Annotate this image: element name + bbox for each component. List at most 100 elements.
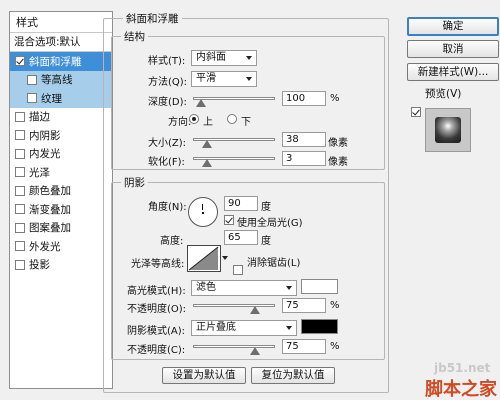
style-item-label: 内阴影 — [29, 129, 61, 142]
chevron-down-icon — [286, 326, 292, 330]
highlight-mode-label: 高光模式(H): — [127, 286, 186, 297]
technique-label: 方法(Q): — [148, 77, 188, 88]
highlight-opacity-input[interactable]: 75 — [282, 298, 326, 313]
angle-dial-center-dot — [202, 212, 204, 214]
size-input[interactable]: 38 — [282, 132, 326, 147]
ok-button[interactable]: 确定 — [407, 17, 499, 36]
gloss-contour-dropdown-arrow[interactable] — [222, 256, 228, 260]
contour-checkbox[interactable] — [27, 74, 37, 85]
cancel-button[interactable]: 取消 — [407, 40, 499, 58]
shadow-opacity-slider[interactable] — [193, 345, 275, 348]
anti-alias-checkbox[interactable] — [233, 265, 243, 275]
styles-list-panel: 样式 混合选项:默认 斜面和浮雕 等高线 纹理 描边 内阴影 内发光 光泽 颜色… — [9, 11, 113, 389]
shadow-opacity-input[interactable]: 75 — [282, 339, 326, 354]
global-light-label: 使用全局光(G) — [237, 218, 303, 229]
shadow-opacity-slider-handle[interactable] — [250, 347, 260, 355]
style-item-label: 等高线 — [41, 74, 73, 87]
angle-input[interactable]: 90 — [224, 196, 258, 211]
gloss-contour-picker[interactable] — [187, 245, 221, 272]
altitude-input[interactable]: 65 — [224, 230, 258, 245]
style-item-label: 描边 — [29, 111, 50, 124]
contour-curve-icon — [188, 246, 219, 271]
angle-dial[interactable] — [188, 197, 218, 227]
size-label: 大小(Z): — [148, 138, 187, 149]
style-preview-thumbnail — [425, 108, 471, 152]
reset-default-button[interactable]: 复位为默认值 — [251, 367, 335, 384]
style-item-pattern-overlay[interactable]: 图案叠加 — [10, 219, 112, 238]
inner-shadow-checkbox[interactable] — [15, 130, 25, 141]
shadow-mode-value: 正片叠底 — [196, 322, 236, 333]
shadow-color-swatch[interactable] — [301, 319, 338, 334]
style-item-inner-shadow[interactable]: 内阴影 — [10, 126, 112, 145]
style-item-label: 斜面和浮雕 — [29, 55, 82, 68]
depth-slider-handle[interactable] — [196, 99, 206, 107]
style-item-satin[interactable]: 光泽 — [10, 163, 112, 182]
new-style-button[interactable]: 新建样式(W)... — [407, 63, 499, 81]
soften-input[interactable]: 3 — [282, 151, 326, 166]
size-slider-handle[interactable] — [202, 140, 212, 148]
shadow-mode-label: 阴影模式(A): — [127, 326, 186, 337]
style-item-outer-glow[interactable]: 外发光 — [10, 237, 112, 256]
highlight-opacity-label: 不透明度(O): — [127, 304, 187, 315]
shadow-opacity-label: 不透明度(C): — [127, 345, 186, 356]
style-item-label: 外发光 — [29, 240, 61, 253]
angle-dial-needle — [202, 204, 203, 210]
style-item-bevel-emboss[interactable]: 斜面和浮雕 — [10, 52, 112, 71]
outer-glow-checkbox[interactable] — [15, 241, 25, 252]
angle-label: 角度(N): — [148, 202, 187, 213]
shading-title: 阴影 — [121, 175, 148, 190]
style-item-label: 颜色叠加 — [29, 185, 71, 198]
global-light-checkbox[interactable] — [224, 215, 234, 225]
direction-label: 方向: — [168, 117, 192, 128]
style-item-color-overlay[interactable]: 颜色叠加 — [10, 182, 112, 201]
highlight-color-swatch[interactable] — [301, 279, 338, 294]
highlight-mode-value: 滤色 — [196, 282, 216, 293]
style-item-inner-glow[interactable]: 内发光 — [10, 145, 112, 164]
highlight-opacity-slider[interactable] — [193, 304, 275, 307]
preview-checkbox[interactable] — [411, 107, 421, 117]
direction-down-radio[interactable] — [227, 114, 237, 124]
style-item-contour[interactable]: 等高线 — [10, 70, 112, 89]
style-item-label: 投影 — [29, 259, 50, 272]
depth-label: 深度(D): — [148, 97, 187, 108]
highlight-mode-dropdown[interactable]: 滤色 — [191, 280, 297, 296]
blending-options-item[interactable]: 混合选项:默认 — [10, 33, 112, 52]
highlight-opacity-unit: % — [330, 300, 340, 311]
gradient-overlay-checkbox[interactable] — [15, 204, 25, 215]
preview-label: 预览(V) — [425, 88, 462, 100]
soften-label: 软化(F): — [148, 157, 185, 168]
depth-input[interactable]: 100 — [282, 91, 326, 106]
pattern-overlay-checkbox[interactable] — [15, 222, 25, 233]
style-item-drop-shadow[interactable]: 投影 — [10, 256, 112, 275]
bevel-emboss-checkbox[interactable] — [15, 56, 25, 67]
style-item-label: 内发光 — [29, 148, 61, 161]
technique-dropdown[interactable]: 平滑 — [191, 71, 257, 87]
satin-checkbox[interactable] — [15, 167, 25, 178]
inner-glow-checkbox[interactable] — [15, 148, 25, 159]
stroke-checkbox[interactable] — [15, 111, 25, 122]
color-overlay-checkbox[interactable] — [15, 185, 25, 196]
shadow-mode-dropdown[interactable]: 正片叠底 — [191, 320, 297, 336]
direction-up-radio[interactable] — [189, 114, 199, 124]
anti-alias-label: 消除锯齿(L) — [247, 258, 301, 269]
soften-slider-handle[interactable] — [202, 159, 212, 167]
altitude-unit: 度 — [261, 236, 271, 247]
style-label: 样式(T): — [148, 56, 186, 67]
style-item-label: 渐变叠加 — [29, 203, 71, 216]
style-item-stroke[interactable]: 描边 — [10, 108, 112, 127]
drop-shadow-checkbox[interactable] — [15, 259, 25, 270]
style-item-texture[interactable]: 纹理 — [10, 89, 112, 108]
angle-unit: 度 — [261, 202, 271, 213]
styles-header[interactable]: 样式 — [10, 12, 112, 33]
shadow-opacity-unit: % — [330, 341, 340, 352]
style-dropdown[interactable]: 内斜面 — [191, 50, 257, 66]
texture-checkbox[interactable] — [27, 93, 37, 104]
bevel-emboss-title: 斜面和浮雕 — [123, 11, 182, 26]
style-item-gradient-overlay[interactable]: 渐变叠加 — [10, 200, 112, 219]
direction-down-label: 下 — [241, 117, 251, 128]
altitude-label: 高度: — [160, 236, 184, 247]
direction-up-label: 上 — [203, 117, 213, 128]
structure-title: 结构 — [121, 29, 148, 44]
highlight-opacity-slider-handle[interactable] — [250, 306, 260, 314]
make-default-button[interactable]: 设置为默认值 — [162, 367, 246, 384]
